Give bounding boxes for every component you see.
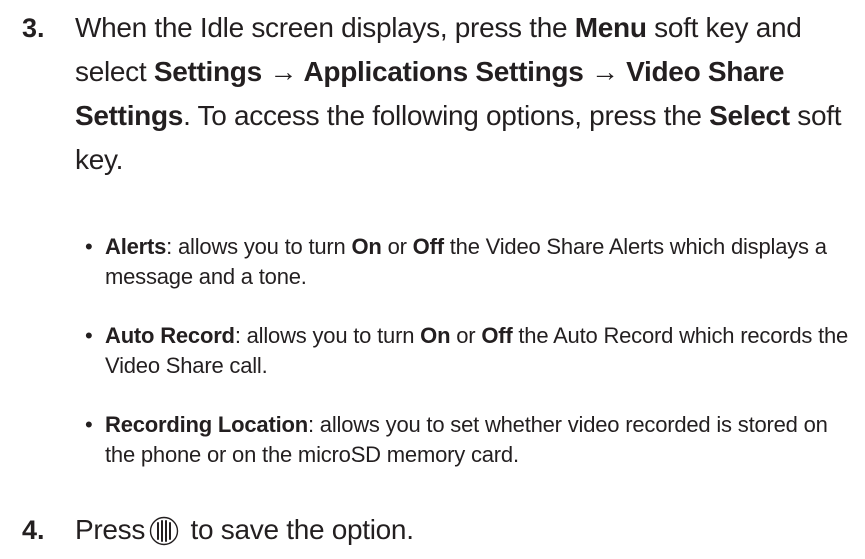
list-item: • Alerts: allows you to turn On or Off t… xyxy=(85,232,860,292)
on-label: On xyxy=(420,323,451,348)
arrow-icon: → xyxy=(583,56,627,87)
side-key-icon xyxy=(149,515,179,545)
text-run: or xyxy=(450,323,482,348)
option-term: Auto Record xyxy=(105,323,235,348)
on-label: On xyxy=(351,234,382,259)
bullet-icon: • xyxy=(85,234,93,259)
text-run: . To access the following options, press… xyxy=(183,100,710,131)
menu-key-label: Menu xyxy=(574,12,647,43)
option-term: Alerts xyxy=(105,234,167,259)
list-item: • Recording Location: allows you to set … xyxy=(85,410,860,470)
settings-label: Settings xyxy=(153,56,262,87)
text-run: : allows you to turn xyxy=(234,323,421,348)
text-run: Press xyxy=(75,514,146,545)
text-run: : allows you to turn xyxy=(166,234,352,259)
arrow-icon: → xyxy=(261,56,304,87)
text-run: to save the option. xyxy=(183,514,414,545)
step-number: 4. xyxy=(22,515,45,545)
list-item: • Auto Record: allows you to turn On or … xyxy=(85,321,860,381)
off-label: Off xyxy=(481,323,513,348)
text-run: When the Idle screen displays, press the xyxy=(75,12,575,43)
step-text: When the Idle screen displays, press the… xyxy=(75,6,860,182)
text-run: or xyxy=(381,234,413,259)
select-key-label: Select xyxy=(709,100,790,131)
manual-page: 3. When the Idle screen displays, press … xyxy=(0,0,865,558)
bullet-icon: • xyxy=(85,323,93,348)
option-term: Recording Location xyxy=(105,412,308,437)
bullet-icon: • xyxy=(85,412,93,437)
options-list: • Alerts: allows you to turn On or Off t… xyxy=(85,232,860,470)
step-text: Press to save the option. xyxy=(75,508,860,552)
step-number: 3. xyxy=(22,13,45,43)
applications-settings-label: Applications Settings xyxy=(303,56,584,87)
off-label: Off xyxy=(412,234,444,259)
